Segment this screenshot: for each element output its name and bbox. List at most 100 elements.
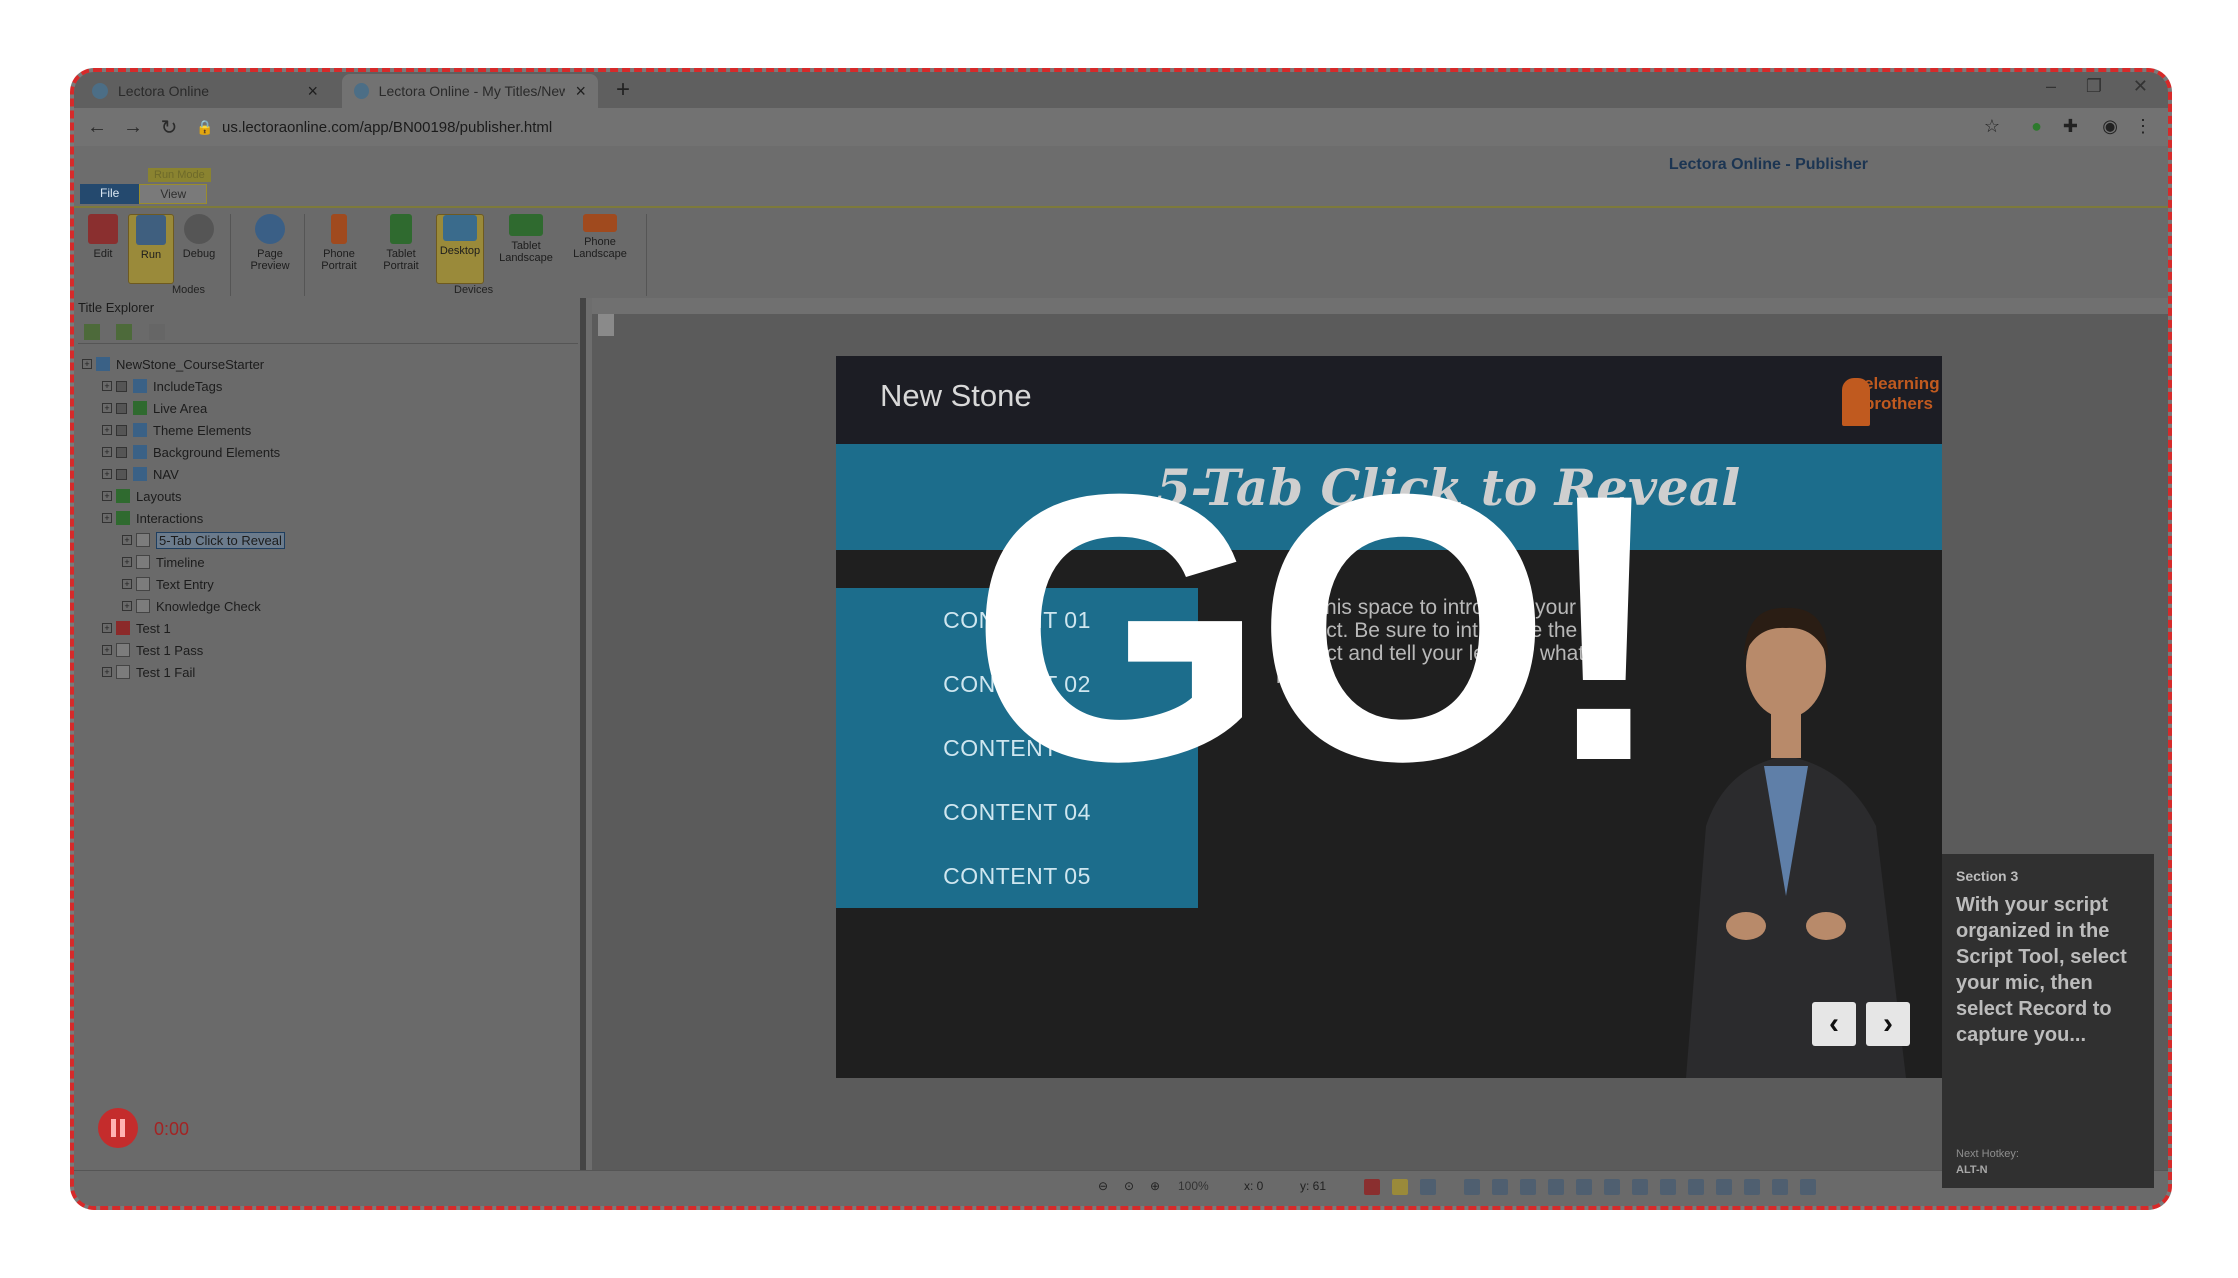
align-bottom-icon[interactable] xyxy=(1604,1179,1620,1195)
add-page-icon[interactable] xyxy=(84,324,100,340)
visibility-checkbox[interactable] xyxy=(116,424,127,436)
extensions-puzzle-icon[interactable]: ✚ xyxy=(2063,116,2078,137)
forward-icon[interactable]: → xyxy=(120,116,146,139)
bring-front-icon[interactable] xyxy=(1772,1179,1788,1195)
visibility-checkbox[interactable] xyxy=(116,402,127,414)
tree-node-label: Test 1 Pass xyxy=(136,642,204,658)
tree-node-icon xyxy=(116,511,130,525)
tab-view[interactable]: View xyxy=(139,184,208,204)
restore-icon[interactable]: ❐ xyxy=(2086,76,2102,97)
properties-icon[interactable] xyxy=(148,324,165,340)
tree-node[interactable]: + Test 1 Fail xyxy=(102,662,195,682)
desktop-button[interactable]: Desktop xyxy=(436,214,484,284)
edit-mode-status-icon[interactable] xyxy=(1364,1179,1380,1195)
tree-node[interactable]: + Layouts xyxy=(102,486,182,506)
align-right-icon[interactable] xyxy=(1520,1179,1536,1195)
tree-node[interactable]: +5-Tab Click to Reveal xyxy=(122,530,285,550)
minimize-icon[interactable]: – xyxy=(2046,76,2056,97)
debug-mode-status-icon[interactable] xyxy=(1420,1179,1436,1195)
tree-node[interactable]: + Test 1 Pass xyxy=(102,640,203,660)
run-mode-status-icon[interactable] xyxy=(1392,1179,1408,1195)
extension-play-icon[interactable]: ● xyxy=(2031,116,2042,137)
next-page-button[interactable]: › xyxy=(1866,1002,1910,1046)
tree-node-label: Background Elements xyxy=(153,444,281,460)
debug-mode-button[interactable]: Debug xyxy=(176,214,222,260)
tree-node[interactable]: + NewStone_CourseStarter xyxy=(82,354,264,374)
send-back-icon[interactable] xyxy=(1800,1179,1816,1195)
run-mode-button[interactable]: Run xyxy=(128,214,174,284)
align-left-icon[interactable] xyxy=(1464,1179,1480,1195)
edit-mode-button[interactable]: Edit xyxy=(80,214,126,260)
expand-toggle-icon[interactable]: + xyxy=(102,447,112,457)
tree-node-icon xyxy=(133,467,147,481)
zoom-in-icon[interactable]: ⊕ xyxy=(1150,1179,1160,1193)
tablet-landscape-button[interactable]: Tablet Landscape xyxy=(494,214,558,264)
close-tab-icon[interactable]: × xyxy=(575,81,586,102)
browser-tab-bar: Lectora Online × Lectora Online - My Tit… xyxy=(74,72,2168,108)
close-tab-icon[interactable]: × xyxy=(307,81,318,102)
tree-node[interactable]: + Test 1 xyxy=(102,618,171,638)
expand-toggle-icon[interactable]: + xyxy=(102,623,112,633)
tree-node[interactable]: + Knowledge Check xyxy=(122,596,261,616)
expand-toggle-icon[interactable]: + xyxy=(82,359,92,369)
profile-avatar-icon[interactable]: ◉ xyxy=(2102,116,2118,137)
stage-grip[interactable] xyxy=(598,314,614,336)
expand-toggle-icon[interactable]: + xyxy=(122,579,132,589)
tree-node[interactable]: + Background Elements xyxy=(102,442,280,462)
tree-node[interactable]: + Text Entry xyxy=(122,574,214,594)
bookmark-star-icon[interactable]: ☆ xyxy=(1984,116,2000,137)
tree-node[interactable]: + Theme Elements xyxy=(102,420,251,440)
visibility-checkbox[interactable] xyxy=(116,468,127,480)
content-button-05[interactable]: CONTENT 05 xyxy=(836,844,1198,908)
expand-toggle-icon[interactable]: + xyxy=(102,645,112,655)
same-size-icon[interactable] xyxy=(1688,1179,1704,1195)
page-preview-button[interactable]: Page Preview xyxy=(244,214,296,272)
expand-toggle-icon[interactable]: + xyxy=(102,667,112,677)
tree-node[interactable]: + IncludeTags xyxy=(102,376,222,396)
tree-node-label: NAV xyxy=(153,466,179,482)
phone-portrait-button[interactable]: Phone Portrait xyxy=(314,214,364,272)
prev-page-button[interactable]: ‹ xyxy=(1812,1002,1856,1046)
monitor-icon xyxy=(443,215,477,241)
align-middle-icon[interactable] xyxy=(1576,1179,1592,1195)
expand-toggle-icon[interactable]: + xyxy=(102,513,112,523)
tree-node[interactable]: + Live Area xyxy=(102,398,207,418)
distribute-vertical-icon[interactable] xyxy=(1744,1179,1760,1195)
add-chapter-icon[interactable] xyxy=(116,324,133,340)
tree-node[interactable]: + NAV xyxy=(102,464,179,484)
expand-toggle-icon[interactable]: + xyxy=(122,601,132,611)
tab-file[interactable]: File xyxy=(80,184,140,204)
browser-menu-icon[interactable]: ⋮ xyxy=(2134,116,2152,137)
expand-toggle-icon[interactable]: + xyxy=(102,381,112,391)
visibility-checkbox[interactable] xyxy=(116,446,127,458)
browser-tab-2[interactable]: Lectora Online - My Titles/New S × xyxy=(342,74,598,108)
expand-toggle-icon[interactable]: + xyxy=(102,469,112,479)
align-center-icon[interactable] xyxy=(1492,1179,1508,1195)
devices-group-label: Devices xyxy=(454,284,494,296)
back-icon[interactable]: ← xyxy=(84,116,110,139)
window-close-icon[interactable]: ✕ xyxy=(2133,76,2148,97)
reload-icon[interactable]: ↻ xyxy=(156,115,182,140)
tree-node[interactable]: + Interactions xyxy=(102,508,203,528)
expand-toggle-icon[interactable]: + xyxy=(102,425,112,435)
tree-node[interactable]: + Timeline xyxy=(122,552,205,572)
url-field[interactable]: us.lectoraonline.com/app/BN00198/publish… xyxy=(222,119,552,136)
new-tab-icon[interactable]: + xyxy=(616,76,630,104)
expand-toggle-icon[interactable]: + xyxy=(102,491,112,501)
zoom-out-icon[interactable]: ⊖ xyxy=(1098,1179,1108,1193)
pause-recording-button[interactable] xyxy=(98,1108,138,1148)
visibility-checkbox[interactable] xyxy=(116,380,127,392)
tablet-portrait-button[interactable]: Tablet Portrait xyxy=(376,214,426,272)
same-width-icon[interactable] xyxy=(1632,1179,1648,1195)
same-height-icon[interactable] xyxy=(1660,1179,1676,1195)
phone-landscape-button[interactable]: Phone Landscape xyxy=(568,214,632,260)
expand-toggle-icon[interactable]: + xyxy=(122,535,132,545)
distribute-horizontal-icon[interactable] xyxy=(1716,1179,1732,1195)
align-top-icon[interactable] xyxy=(1548,1179,1564,1195)
expand-toggle-icon[interactable]: + xyxy=(122,557,132,567)
expand-toggle-icon[interactable]: + xyxy=(102,403,112,413)
zoom-fit-icon[interactable]: ⊙ xyxy=(1124,1179,1134,1193)
page-preview-label: Page Preview xyxy=(250,248,290,272)
browser-tab-1[interactable]: Lectora Online × xyxy=(80,74,330,108)
stage-area: New Stone elearning brothers 5-Tab Click… xyxy=(592,298,2168,1170)
